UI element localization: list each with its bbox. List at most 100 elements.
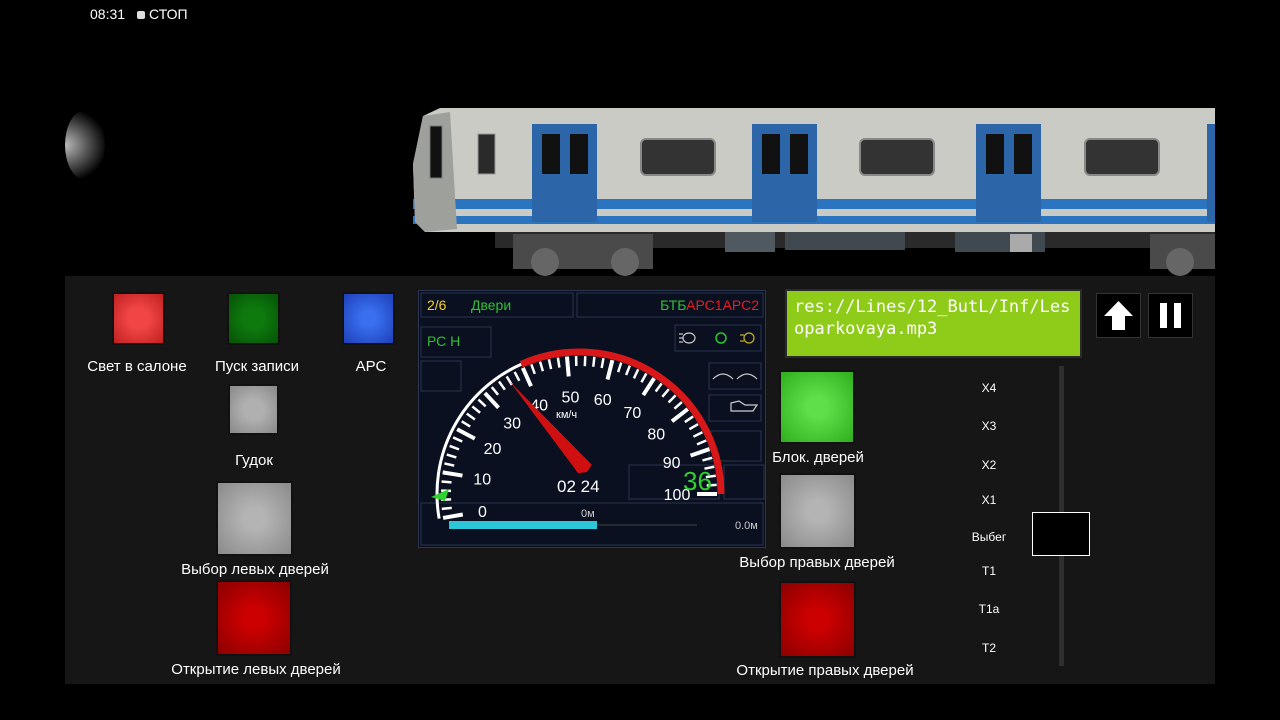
dial-tick (696, 439, 707, 446)
dial-tick (689, 447, 711, 458)
status-bar: 08:31 СТОП (90, 6, 188, 22)
door-block-label: Блок. дверей (772, 449, 864, 466)
lamp-icon (715, 332, 727, 344)
controller-pos-x3[interactable]: Х3 (982, 419, 997, 433)
counter-text: 2/6 (427, 297, 447, 313)
dial-tick-label: 90 (663, 455, 681, 472)
right-doors-open-label: Открытие правых дверей (736, 662, 914, 679)
dial-tick (441, 506, 452, 511)
record-start-label: Пуск записи (215, 358, 299, 375)
dial-tick (521, 367, 533, 388)
dial-tick (673, 401, 683, 410)
ars-button[interactable] (342, 292, 395, 345)
ars-label: АРС (355, 358, 387, 375)
pause-button[interactable] (1148, 293, 1193, 338)
dial-tick (692, 431, 703, 438)
dial-tick (490, 386, 500, 396)
right-doors-select-button[interactable] (779, 473, 856, 549)
dial-tick-label: 0 (478, 504, 487, 521)
dial-tick (477, 398, 487, 408)
state-text: СТОП (149, 6, 188, 22)
left-doors-select-label: Выбор левых дверей (181, 561, 329, 578)
distance-bar (449, 521, 597, 529)
dial-tick (684, 415, 694, 424)
dial-tick-label: 10 (473, 472, 491, 489)
dial-tick (466, 412, 476, 421)
dial-tick (592, 356, 596, 367)
dial-tick-label: 50 (562, 389, 580, 406)
pause-icon (1160, 303, 1181, 328)
left-doors-open-label: Открытие левых дверей (171, 661, 341, 678)
record-start-button[interactable] (227, 292, 280, 345)
dial-tick (498, 380, 506, 391)
btb-label: БТБ (660, 297, 687, 313)
dial-tick (513, 371, 521, 382)
controller-pos-t1a[interactable]: Т1а (979, 602, 1000, 616)
dial-tick (446, 453, 457, 459)
dial-tick (538, 361, 545, 372)
controller-handle[interactable] (1032, 512, 1090, 556)
dial-tick (564, 356, 571, 377)
clock-readout: 02 24 (557, 477, 600, 496)
dial-tick-label: 60 (594, 392, 612, 409)
horn-label: Гудок (235, 452, 273, 469)
state-indicator: СТОП (137, 6, 188, 22)
ars-indicator: БТБАРС1АРС2 (660, 297, 759, 313)
controller-pos-x1[interactable]: Х1 (982, 493, 997, 507)
wiper-icon (712, 373, 758, 380)
info-screen: res://Lines/12_ButL/Inf/Lesoparkovaya.mp… (785, 289, 1082, 358)
dial-tick (456, 427, 476, 441)
speed-unit: км/ч (556, 409, 578, 421)
controller-pos-t1[interactable]: Т1 (982, 564, 996, 578)
dial-tick (505, 375, 513, 386)
dial-tick (605, 359, 615, 380)
controller-pos-t2[interactable]: Т2 (982, 641, 996, 655)
speed-needle (509, 381, 592, 474)
salon-light-button[interactable] (112, 292, 165, 345)
salon-light-label: Свет в салоне (87, 358, 187, 375)
dial-tick (444, 462, 455, 467)
controller-pos-x2[interactable]: Х2 (982, 458, 997, 472)
controller-pos-x4[interactable]: Х4 (982, 381, 997, 395)
horn-button[interactable] (228, 384, 279, 435)
dial-tick (661, 388, 670, 398)
dial-tick (452, 436, 463, 443)
clock-text: 08:31 (90, 6, 126, 22)
dial-tick (670, 407, 689, 423)
dial-tick (632, 368, 640, 379)
dial-tick-label: 80 (647, 427, 665, 444)
up-button[interactable] (1096, 293, 1141, 338)
dial-tick (667, 394, 677, 404)
dial-tick (547, 359, 553, 370)
dial-tick (442, 512, 464, 520)
right-doors-select-label: Выбор правых дверей (739, 554, 895, 571)
dial-tick (600, 357, 605, 369)
dial-tick (483, 391, 500, 410)
right-doors-open-button[interactable] (779, 581, 856, 658)
distance-mid-label: 0м (581, 508, 595, 520)
doors-indicator: Двери (471, 297, 512, 313)
dial-tick (449, 444, 460, 451)
dial-tick (530, 364, 536, 375)
dial-tick (688, 423, 699, 431)
speed-dashboard: 0 10 20 30 40 50 60 70 80 90 100 2/6 Двери БТБАРС1… (418, 290, 766, 548)
train-image (413, 108, 1215, 276)
dial-tick (471, 405, 481, 414)
dial-tick (702, 456, 713, 462)
left-doors-open-button[interactable] (216, 580, 292, 656)
dial-tick (654, 382, 663, 393)
speed-readout: 36 (683, 466, 712, 496)
dial-tick (441, 480, 452, 484)
left-doors-select-button[interactable] (216, 481, 293, 556)
light-glow (65, 110, 105, 180)
controller-pos-coast[interactable]: Выбег (972, 530, 1006, 544)
dial-tick-label: 30 (503, 415, 521, 432)
dial-tick (641, 377, 656, 397)
dial-tick (624, 365, 631, 376)
dial-tick-label: 70 (623, 405, 641, 422)
door-block-button[interactable] (779, 370, 855, 444)
stop-icon (137, 11, 146, 19)
rs-indicator: РС Н (427, 333, 461, 349)
headlight-icon (679, 332, 696, 344)
dial-tick (442, 470, 463, 478)
